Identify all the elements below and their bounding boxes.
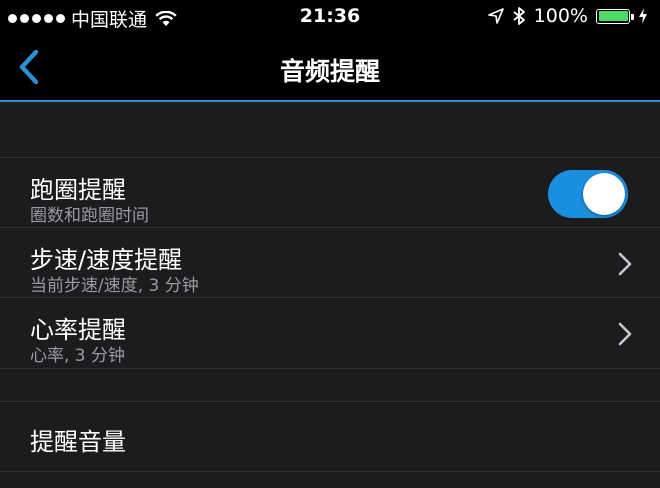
pace-alert-row[interactable]: 步速/速度提醒 当前步速/速度, 3 分钟: [0, 227, 660, 298]
pace-alert-subtitle: 当前步速/速度, 3 分钟: [30, 276, 199, 296]
section-divider: [0, 368, 660, 369]
alert-volume-title: 提醒音量: [30, 428, 126, 456]
status-bar: 中国联通 21:36 100%: [0, 0, 660, 34]
lap-alert-toggle[interactable]: [548, 170, 628, 218]
battery-icon: [596, 8, 634, 24]
page-title: 音频提醒: [279, 57, 380, 86]
heart-rate-alert-title: 心率提醒: [30, 316, 126, 344]
navigation-bar: 音频提醒: [0, 34, 660, 102]
toggle-knob: [583, 173, 625, 215]
pace-alert-title: 步速/速度提醒: [30, 246, 183, 274]
lap-alert-row[interactable]: 跑圈提醒 圈数和跑圈时间: [0, 157, 660, 228]
charging-icon: [639, 8, 647, 24]
lap-alert-subtitle: 圈数和跑圈时间: [30, 206, 149, 226]
status-right: 100%: [487, 5, 648, 27]
alert-volume-row[interactable]: 提醒音量: [0, 401, 660, 472]
bluetooth-icon: [513, 7, 525, 25]
section-divider: [0, 471, 660, 472]
chevron-right-icon: [618, 252, 632, 276]
heart-rate-alert-subtitle: 心率, 3 分钟: [30, 346, 126, 366]
location-icon: [487, 8, 504, 24]
battery-level-fill: [598, 11, 628, 21]
battery-percent: 100%: [533, 5, 588, 27]
heart-rate-alert-row[interactable]: 心率提醒 心率, 3 分钟: [0, 297, 660, 369]
chevron-right-icon: [618, 322, 632, 346]
lap-alert-title: 跑圈提醒: [30, 176, 126, 204]
